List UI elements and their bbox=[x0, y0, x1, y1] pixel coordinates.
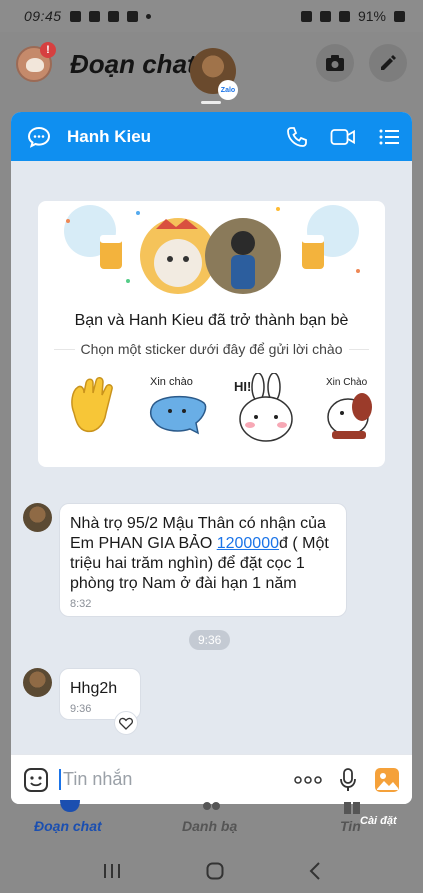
chat-bubble-icon[interactable] bbox=[27, 126, 51, 148]
welcome-subtitle: Chọn một sticker dưới đây để gửi lời chà… bbox=[38, 341, 385, 357]
camera-icon bbox=[326, 55, 344, 71]
welcome-title: Bạn và Hanh Kieu đã trở thành bạn bè bbox=[74, 312, 349, 329]
contact-name[interactable]: Hanh Kieu bbox=[67, 127, 151, 147]
sticker-caption: HI! bbox=[234, 379, 251, 394]
sticker-picker: Xin chào HI! Xin Chào bbox=[60, 372, 384, 443]
video-call-icon[interactable] bbox=[330, 127, 356, 147]
wifi-icon bbox=[319, 10, 331, 22]
tab-stories[interactable]: Tin bbox=[340, 818, 361, 834]
message-bubble[interactable]: Nhà trọ 95/2 Mậu Thân có nhận của Em PHA… bbox=[59, 503, 347, 617]
list-menu-icon[interactable] bbox=[378, 127, 400, 147]
stories-tab-icon bbox=[344, 802, 360, 814]
sticker-hi-bunny[interactable]: HI! bbox=[232, 372, 298, 443]
chat-tab-icon bbox=[60, 800, 80, 812]
heart-icon bbox=[119, 717, 133, 730]
time-separator: 9:36 bbox=[189, 630, 231, 650]
notification-icon bbox=[107, 10, 119, 22]
message-text: Hhg2h bbox=[70, 680, 118, 697]
status-time: 09:45 bbox=[24, 8, 62, 24]
battery-icon bbox=[394, 10, 405, 22]
status-bar: 09:45 91% bbox=[0, 0, 423, 32]
contact-avatar[interactable] bbox=[23, 503, 52, 532]
sticker-caption: Xin Chào bbox=[326, 377, 368, 388]
settings-label[interactable]: Cài đặt bbox=[360, 815, 397, 827]
sticker-xin-chao-dog[interactable]: Xin Chào bbox=[318, 373, 384, 443]
sticker-emoji-icon[interactable] bbox=[23, 767, 49, 793]
message-composer: Tin nhắn bbox=[11, 754, 412, 804]
friend-welcome-card: Bạn và Hanh Kieu đã trở thành bạn bè Chọ… bbox=[38, 201, 385, 467]
phone-number-link[interactable]: 1200000 bbox=[217, 535, 279, 552]
sticker-xin-chao[interactable]: Xin chào bbox=[146, 373, 212, 443]
tab-contacts[interactable]: Danh bạ bbox=[182, 818, 237, 834]
page-title: Đoạn chat bbox=[70, 49, 196, 79]
drag-handle[interactable] bbox=[201, 101, 221, 104]
message-input[interactable]: Tin nhắn bbox=[59, 769, 132, 790]
welcome-banner bbox=[64, 205, 360, 294]
message-row: Nhà trọ 95/2 Mậu Thân có nhận của Em PHA… bbox=[23, 503, 347, 617]
notification-icon bbox=[69, 10, 81, 22]
messenger-header: ! Đoạn chat Zalo bbox=[0, 32, 423, 102]
recent-apps-icon[interactable] bbox=[103, 863, 121, 879]
contacts-tab-icon bbox=[203, 802, 220, 810]
microphone-icon[interactable] bbox=[340, 767, 356, 792]
signal-icon bbox=[338, 10, 350, 22]
notification-badge: ! bbox=[40, 42, 56, 58]
phone-icon[interactable] bbox=[286, 126, 308, 148]
chat-header: Hanh Kieu bbox=[11, 112, 412, 161]
message-text: Nhà trọ 95/2 Mậu Thân có nhận của Em PHA… bbox=[70, 515, 329, 592]
notification-icon bbox=[126, 10, 138, 22]
notification-icon bbox=[88, 10, 100, 22]
back-icon[interactable] bbox=[309, 861, 321, 880]
system-navigation-bar bbox=[0, 848, 423, 893]
image-gallery-icon[interactable] bbox=[374, 767, 400, 793]
sticker-waving-hand[interactable] bbox=[60, 373, 126, 443]
camera-button[interactable] bbox=[316, 44, 354, 82]
more-notifications-icon bbox=[145, 13, 151, 19]
chat-window: Hanh Kieu Bạn và Hanh Kieu đã trở thành … bbox=[11, 112, 412, 804]
zalo-badge: Zalo bbox=[218, 80, 238, 100]
compose-button[interactable] bbox=[369, 44, 407, 82]
sticker-caption: Xin chào bbox=[150, 376, 193, 388]
react-heart-button[interactable] bbox=[114, 711, 138, 735]
pencil-icon bbox=[381, 55, 396, 70]
alarm-icon bbox=[300, 10, 312, 22]
home-icon[interactable] bbox=[206, 862, 224, 880]
contact-avatar[interactable] bbox=[23, 668, 52, 697]
more-options-icon[interactable] bbox=[294, 775, 322, 784]
message-time: 8:32 bbox=[70, 598, 92, 610]
tab-chats[interactable]: Đoạn chat bbox=[34, 818, 102, 834]
battery-level: 91% bbox=[357, 8, 386, 24]
